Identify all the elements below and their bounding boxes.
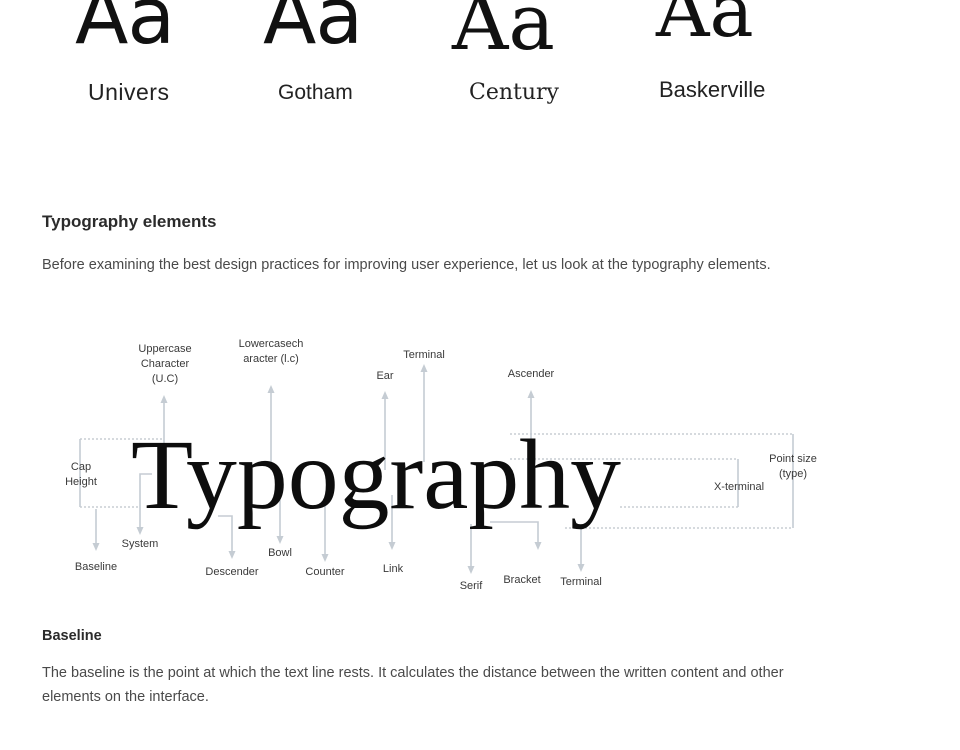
cap-height-label-line-1: Cap — [71, 461, 91, 473]
point-size-label-line-1: Point size — [769, 453, 817, 465]
univers-specimen-glyph: Aa — [75, 0, 175, 62]
uppercase-label-line-2: Character — [141, 358, 190, 370]
uppercase-label-line-1: Uppercase — [138, 343, 191, 355]
link-label: Link — [383, 563, 404, 575]
terminal-top-label: Terminal — [403, 349, 445, 361]
typography-anatomy-diagram: Typography Uppercase Character (U.C) Low… — [65, 338, 817, 592]
univers-specimen-name: Univers — [88, 79, 170, 105]
terminal-bottom-label: Terminal — [560, 576, 602, 588]
century-specimen-name: Century — [469, 80, 559, 105]
cap-height-label-line-2: Height — [65, 476, 97, 488]
bracket-label: Bracket — [503, 574, 540, 586]
counter-label: Counter — [305, 566, 344, 578]
baskerville-specimen-glyph: Aa — [656, 0, 754, 54]
baseline-label: Baseline — [75, 561, 117, 573]
typography-elements-intro: Before examining the best design practic… — [42, 257, 771, 273]
system-label: System — [122, 538, 159, 550]
point-size-label-line-2: (type) — [779, 468, 807, 480]
lowercase-label-line-2: aracter (l.c) — [243, 353, 299, 365]
typography-elements-heading: Typography elements — [42, 212, 217, 231]
serif-label: Serif — [460, 580, 484, 592]
baseline-description: The baseline is the point at which the t… — [42, 665, 784, 705]
baseline-heading: Baseline — [42, 628, 102, 644]
uppercase-label-line-3: (U.C) — [152, 373, 178, 385]
century-specimen-glyph: Aa — [452, 0, 555, 68]
ascender-label: Ascender — [508, 368, 555, 380]
ear-label: Ear — [376, 370, 393, 382]
x-terminal-label: X-terminal — [714, 481, 764, 493]
typography-sample-word: Typography — [131, 419, 621, 530]
gotham-specimen-glyph: Aa — [263, 0, 363, 62]
descender-label: Descender — [205, 566, 259, 578]
bowl-label: Bowl — [268, 547, 292, 559]
gotham-specimen-name: Gotham — [278, 81, 353, 104]
lowercase-label-line-1: Lowercasech — [239, 338, 304, 350]
baskerville-specimen-name: Baskerville — [659, 77, 766, 102]
